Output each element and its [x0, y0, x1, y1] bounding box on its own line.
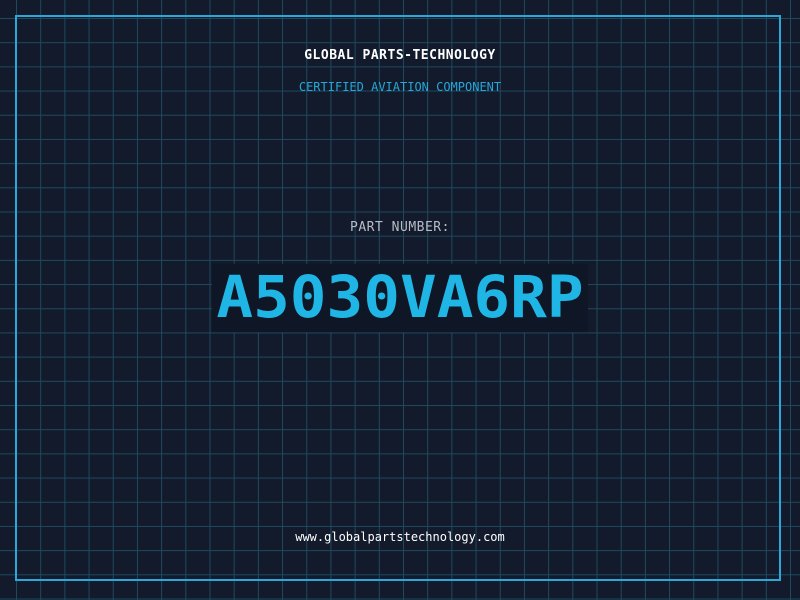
part-number-label: PART NUMBER: [350, 220, 450, 235]
part-number-container: A5030VA6RP [0, 262, 800, 334]
tagline: CERTIFIED AVIATION COMPONENT [298, 80, 502, 94]
part-number-value: A5030VA6RP [212, 263, 588, 333]
company-name: GLOBAL PARTS-TECHNOLOGY [304, 48, 496, 63]
website-url: www.globalpartstechnology.com [295, 530, 505, 544]
